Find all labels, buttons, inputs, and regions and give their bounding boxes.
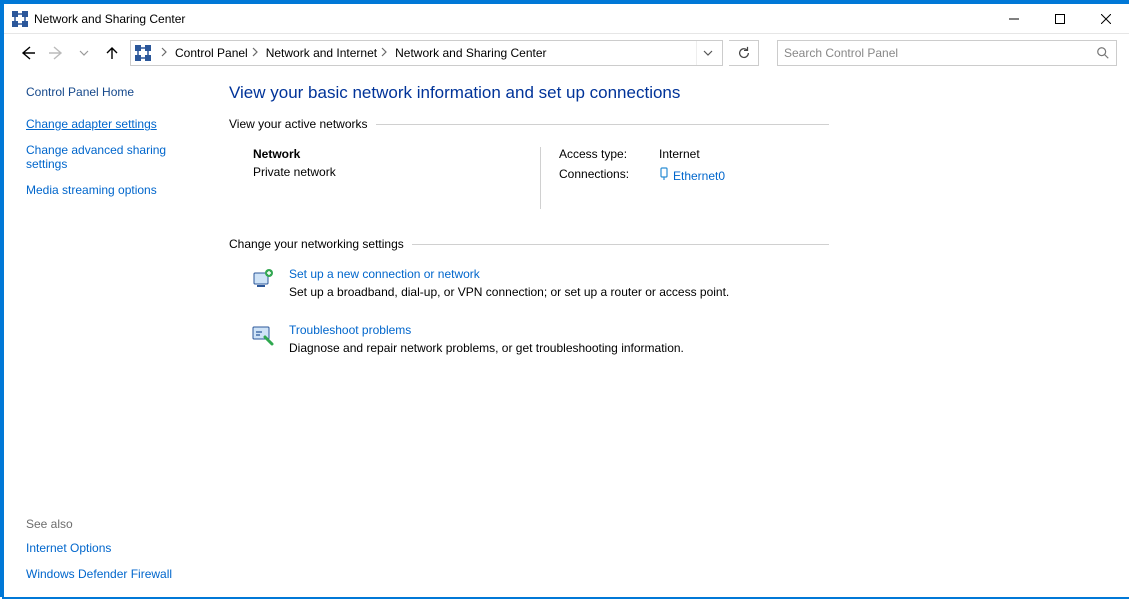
network-identity: Network Private network bbox=[253, 147, 541, 209]
setup-connection-icon bbox=[251, 267, 275, 291]
maximize-button[interactable] bbox=[1037, 4, 1083, 34]
control-panel-home-link[interactable]: Control Panel Home bbox=[26, 85, 207, 99]
setup-connection-action: Set up a new connection or network Set u… bbox=[229, 259, 1111, 305]
breadcrumb-item[interactable]: Network and Sharing Center bbox=[391, 41, 550, 65]
section-label: View your active networks bbox=[229, 117, 368, 131]
breadcrumb-root-chevron[interactable] bbox=[157, 41, 171, 65]
sidebar-link-adapter[interactable]: Change adapter settings bbox=[26, 117, 207, 131]
search-input[interactable] bbox=[784, 46, 1096, 60]
connection-name: Ethernet0 bbox=[673, 169, 725, 183]
see-also-label: See also bbox=[26, 517, 207, 531]
access-type-value: Internet bbox=[659, 147, 725, 161]
breadcrumb-item[interactable]: Network and Internet bbox=[262, 41, 391, 65]
sidebar: Control Panel Home Change adapter settin… bbox=[4, 71, 219, 597]
setup-connection-desc: Set up a broadband, dial-up, or VPN conn… bbox=[289, 285, 729, 299]
search-box[interactable] bbox=[777, 40, 1117, 66]
breadcrumb-label: Network and Sharing Center bbox=[395, 46, 546, 60]
page-heading: View your basic network information and … bbox=[229, 83, 1111, 103]
window-controls bbox=[991, 4, 1129, 33]
main-content: View your basic network information and … bbox=[219, 71, 1129, 597]
see-also-internet-options[interactable]: Internet Options bbox=[26, 541, 207, 555]
breadcrumb-item[interactable]: Control Panel bbox=[171, 41, 262, 65]
active-networks-header: View your active networks bbox=[229, 117, 829, 131]
up-button[interactable] bbox=[100, 41, 124, 65]
ethernet-icon bbox=[659, 167, 669, 184]
network-center-icon bbox=[12, 11, 28, 27]
minimize-button[interactable] bbox=[991, 4, 1037, 34]
see-also-firewall[interactable]: Windows Defender Firewall bbox=[26, 567, 207, 581]
network-block: Network Private network Access type: Int… bbox=[229, 139, 1111, 229]
breadcrumb-label: Network and Internet bbox=[266, 46, 377, 60]
network-center-icon bbox=[135, 45, 151, 61]
connection-link[interactable]: Ethernet0 bbox=[659, 167, 725, 184]
setup-connection-link[interactable]: Set up a new connection or network bbox=[289, 267, 480, 281]
titlebar-left: Network and Sharing Center bbox=[12, 11, 185, 27]
breadcrumb-label: Control Panel bbox=[175, 46, 248, 60]
search-icon bbox=[1096, 46, 1110, 60]
troubleshoot-icon bbox=[251, 323, 275, 347]
titlebar: Network and Sharing Center bbox=[4, 4, 1129, 34]
back-button[interactable] bbox=[16, 41, 40, 65]
chevron-right-icon bbox=[161, 46, 167, 60]
sidebar-link-media-streaming[interactable]: Media streaming options bbox=[26, 183, 207, 197]
change-settings-header: Change your networking settings bbox=[229, 237, 829, 251]
troubleshoot-action: Troubleshoot problems Diagnose and repai… bbox=[229, 315, 1111, 361]
body: Control Panel Home Change adapter settin… bbox=[4, 71, 1129, 597]
divider bbox=[412, 244, 829, 245]
address-dropdown-button[interactable] bbox=[696, 41, 718, 65]
network-details: Access type: Internet Connections: Ether… bbox=[541, 147, 725, 209]
navigation-row: Control Panel Network and Internet Netwo… bbox=[4, 34, 1129, 71]
network-type: Private network bbox=[253, 165, 528, 179]
section-label: Change your networking settings bbox=[229, 237, 404, 251]
chevron-right-icon bbox=[252, 46, 258, 60]
network-name: Network bbox=[253, 147, 528, 161]
close-button[interactable] bbox=[1083, 4, 1129, 34]
window-title: Network and Sharing Center bbox=[34, 12, 185, 26]
access-type-label: Access type: bbox=[559, 147, 649, 161]
forward-button[interactable] bbox=[44, 41, 68, 65]
chevron-right-icon bbox=[381, 46, 387, 60]
refresh-button[interactable] bbox=[729, 40, 759, 66]
divider bbox=[376, 124, 829, 125]
sidebar-link-advanced-sharing[interactable]: Change advanced sharing settings bbox=[26, 143, 207, 171]
address-bar[interactable]: Control Panel Network and Internet Netwo… bbox=[130, 40, 723, 66]
troubleshoot-desc: Diagnose and repair network problems, or… bbox=[289, 341, 684, 355]
connections-label: Connections: bbox=[559, 167, 649, 184]
troubleshoot-link[interactable]: Troubleshoot problems bbox=[289, 323, 411, 337]
recent-locations-button[interactable] bbox=[72, 41, 96, 65]
